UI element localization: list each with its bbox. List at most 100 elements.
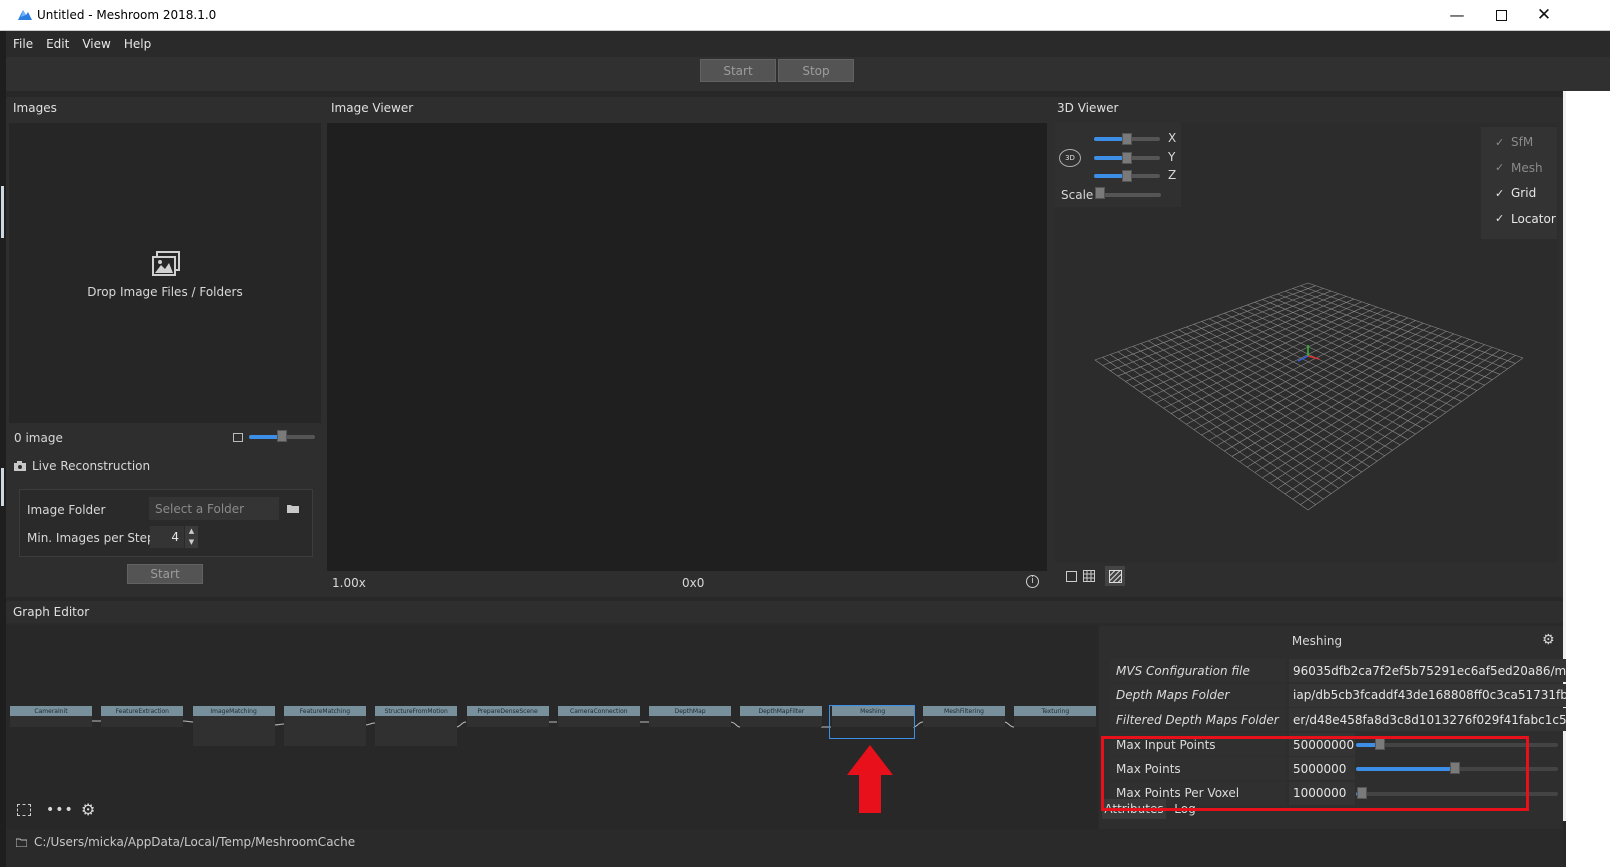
attribute-value-field[interactable]: iap/db5cb3fcaddf43de168808ff0c3ca51731fb… [1289,683,1566,707]
min-images-stepper[interactable]: 4 [150,526,184,548]
graph-node-body [740,716,823,727]
image-canvas[interactable] [327,123,1047,571]
drop-label: Drop Image Files / Folders [87,285,243,299]
close-icon: ✕ [1536,5,1552,25]
graph-node-body [192,716,275,746]
fit-view-icon[interactable] [17,804,31,816]
graph-node-title: DepthMapFilter [740,706,823,716]
image-resolution: 0x0 [682,576,705,590]
layer-toggle-mesh[interactable]: ✓ Mesh [1495,161,1543,175]
layer-toggle-locator[interactable]: ✓ Locator [1495,212,1556,226]
zoom-level: 1.00x [332,576,366,590]
layer-toggle-grid[interactable]: ✓ Grid [1495,186,1536,200]
image-folder-label: Image Folder [27,503,106,517]
graph-node[interactable]: CameraInit [10,706,92,727]
status-bar: C:/Users/micka/AppData/Local/Temp/Meshro… [6,829,1563,867]
menu-edit[interactable]: Edit [46,37,69,51]
attribute-value-field[interactable]: er/d48e458fa8d3c8d1013276f029f41fabc1c51… [1289,708,1566,731]
red-arrow-annotation [847,745,893,813]
graph-node[interactable]: CameraConnection [557,706,640,727]
camera-icon [14,461,26,471]
checkmark-icon: ✓ [1495,135,1505,149]
meshroom-logo-icon [18,10,32,20]
attribute-settings-icon[interactable]: ⚙ [1542,632,1555,648]
close-button[interactable]: ✕ [1521,0,1567,30]
scale-handle[interactable] [1095,187,1105,199]
chevron-up-icon[interactable]: ▲ [185,526,198,537]
graph-node[interactable]: Texturing [1014,706,1097,727]
gear-icon[interactable]: ⚙ [81,800,95,819]
min-images-spin[interactable]: ▲ ▼ [185,526,198,548]
menu-file[interactable]: File [13,37,33,51]
graph-node-title: CameraInit [10,706,92,716]
layer-toggle-sfm[interactable]: ✓ SfM [1495,135,1533,149]
graph-node[interactable]: FeatureMatching [283,706,366,746]
axis-x-handle[interactable] [1122,133,1132,145]
graph-canvas[interactable]: CameraInit FeatureExtraction ImageMatching… [6,625,1098,829]
live-reconstruction-header[interactable]: Live Reconstruction [14,459,150,473]
graph-node-title: StructureFromMotion [375,706,458,716]
axis-y-handle[interactable] [1122,151,1132,164]
graph-node[interactable]: ImageMatching [192,706,275,746]
images-panel-title: Images [13,101,57,115]
graph-node[interactable]: PrepareDenseScene [466,706,549,727]
scale-slider[interactable] [1097,193,1161,197]
desktop-edge [1566,31,1610,867]
menu-view[interactable]: View [82,37,110,51]
image-viewer-panel: Image Viewer 1.00x 0x0 i [324,97,1050,597]
graph-node[interactable]: StructureFromMotion [375,706,458,746]
start-button[interactable]: Start [700,59,776,82]
attribute-row: Filtered Depth Maps Folder er/d48e458fa8d… [1110,708,1566,732]
graph-node[interactable]: MeshFiltering [923,706,1005,727]
graph-node-title: MeshFiltering [923,706,1005,716]
menu-help[interactable]: Help [124,37,151,51]
chevron-down-icon[interactable]: ▼ [185,537,198,548]
checkmark-icon: ✓ [1495,186,1505,200]
graph-node-body [923,716,1005,727]
textured-mode-button[interactable] [1105,566,1125,586]
layer-label: Mesh [1511,160,1543,175]
attribute-value-field[interactable]: 96035dfb2ca7f2ef5b75291ec6af5ed20a86/mvs… [1289,659,1566,682]
title-bar: Untitled - Meshroom 2018.1.0 — ✕ [0,0,1610,31]
minimize-icon: — [1449,6,1465,24]
maximize-button[interactable] [1478,0,1524,30]
images-panel: Images Drop Image Files / Folders 0 imag… [6,97,324,597]
image-gallery[interactable]: Drop Image Files / Folders [9,123,321,423]
viewer-3d-title: 3D Viewer [1057,101,1119,115]
graph-node[interactable]: FeatureExtraction [101,706,184,727]
thumbnail-size-handle[interactable] [277,430,287,442]
attribute-row: MVS Configuration file 96035dfb2ca7f2ef5b… [1110,659,1566,683]
edge-marker [1,468,4,506]
attribute-node-title: Meshing [1291,634,1343,648]
min-images-label: Min. Images per Step [27,531,155,545]
stop-button[interactable]: Stop [778,59,854,82]
layer-label: Locator [1511,211,1556,226]
image-folder-input[interactable]: Select a Folder [149,497,279,520]
graph-node[interactable]: DepthMap [649,706,732,727]
attribute-label: MVS Configuration file [1110,659,1286,682]
live-start-button[interactable]: Start [127,564,203,584]
3d-rotate-icon[interactable]: 3D [1059,149,1081,167]
layer-label: SfM [1511,135,1534,149]
maximize-icon [1495,9,1507,21]
graph-node-body [557,716,640,727]
viewer-3d-panel: 3D Viewer 3D XYZ Scale ✓ SfM ✓ Mesh ✓ Grid ✓ Lo… [1050,97,1563,597]
minimize-button[interactable]: — [1434,0,1480,30]
graph-editor-title: Graph Editor [6,601,1563,623]
more-options-icon[interactable]: ••• [46,802,74,818]
graph-node[interactable]: DepthMapFilter [740,706,823,727]
folder-icon[interactable] [287,504,299,513]
info-icon[interactable]: i [1026,575,1039,588]
image-count: 0 image [14,431,63,445]
graph-node-title: DepthMap [649,706,732,716]
camera-controls: 3D XYZ Scale [1055,123,1181,207]
graph-node-title: Texturing [1014,706,1097,716]
wireframe-mode-icon[interactable] [1083,570,1095,582]
selected-node-outline [829,705,915,739]
attribute-label: Filtered Depth Maps Folder [1110,708,1286,731]
axis-z-handle[interactable] [1122,170,1132,182]
folder-icon [16,838,27,847]
axis-z-label: Z [1168,168,1177,182]
solid-mode-icon[interactable] [1066,570,1077,582]
graph-node-body [375,716,458,746]
